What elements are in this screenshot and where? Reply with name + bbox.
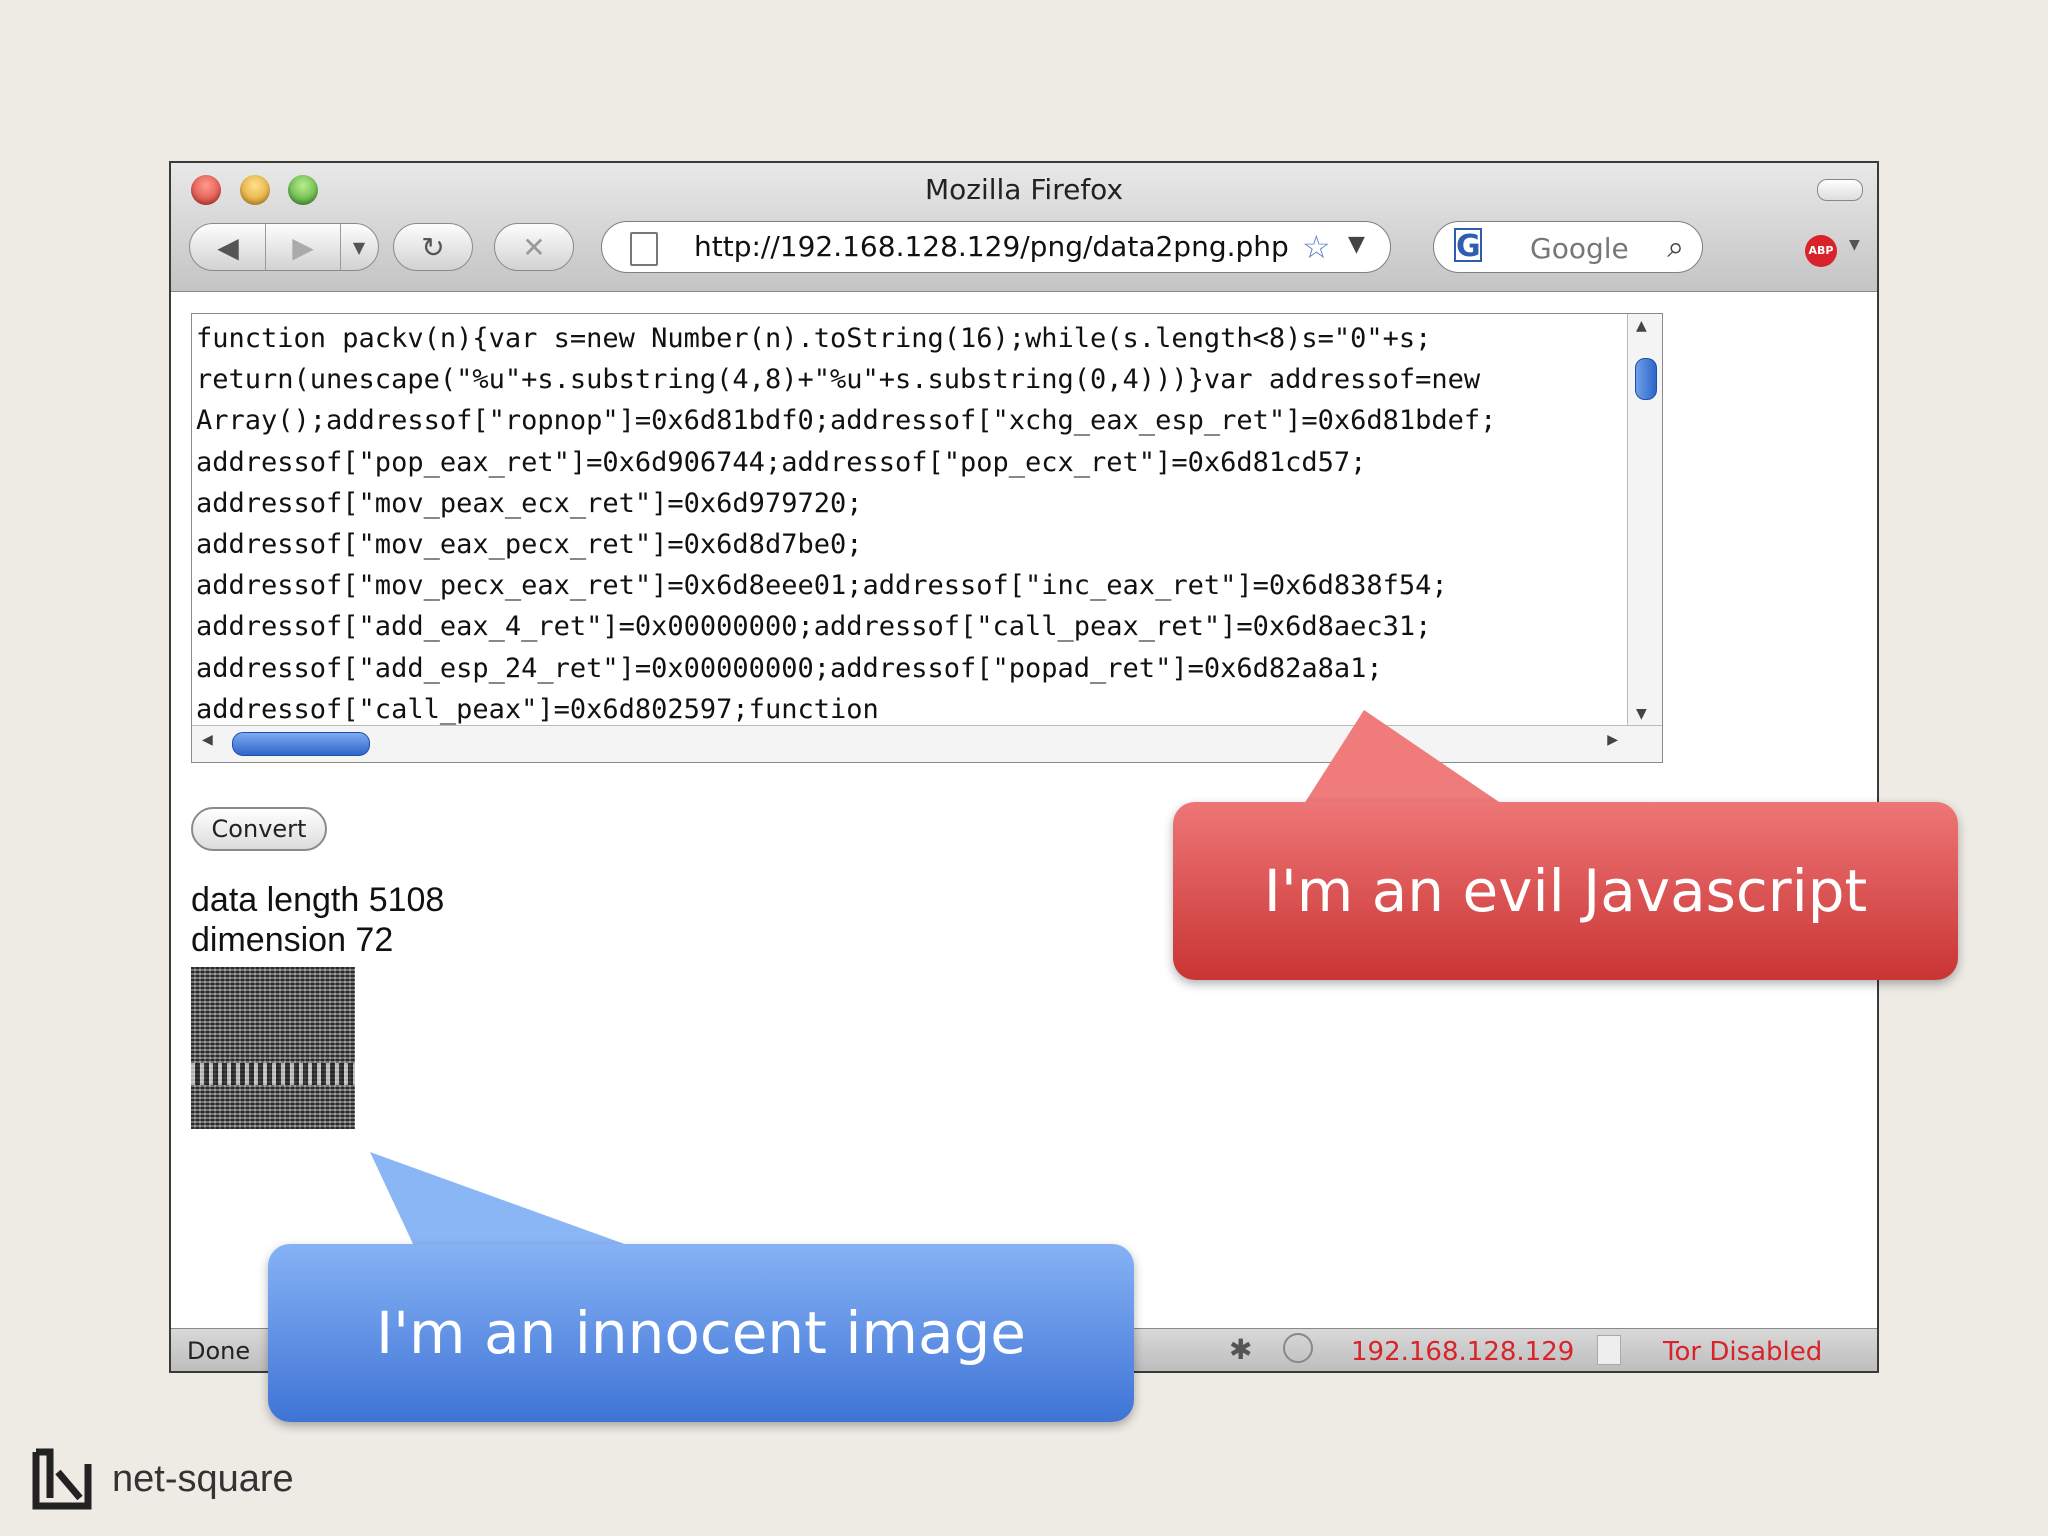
innocent-image-callout: I'm an innocent image <box>268 1244 1134 1422</box>
evil-javascript-callout: I'm an evil Javascript <box>1173 802 1958 980</box>
brand-name: net-square <box>112 1458 294 1500</box>
red-callout-tail <box>1304 710 1502 804</box>
blue-callout-tail <box>370 1152 630 1246</box>
net-square-logo <box>32 1448 92 1510</box>
